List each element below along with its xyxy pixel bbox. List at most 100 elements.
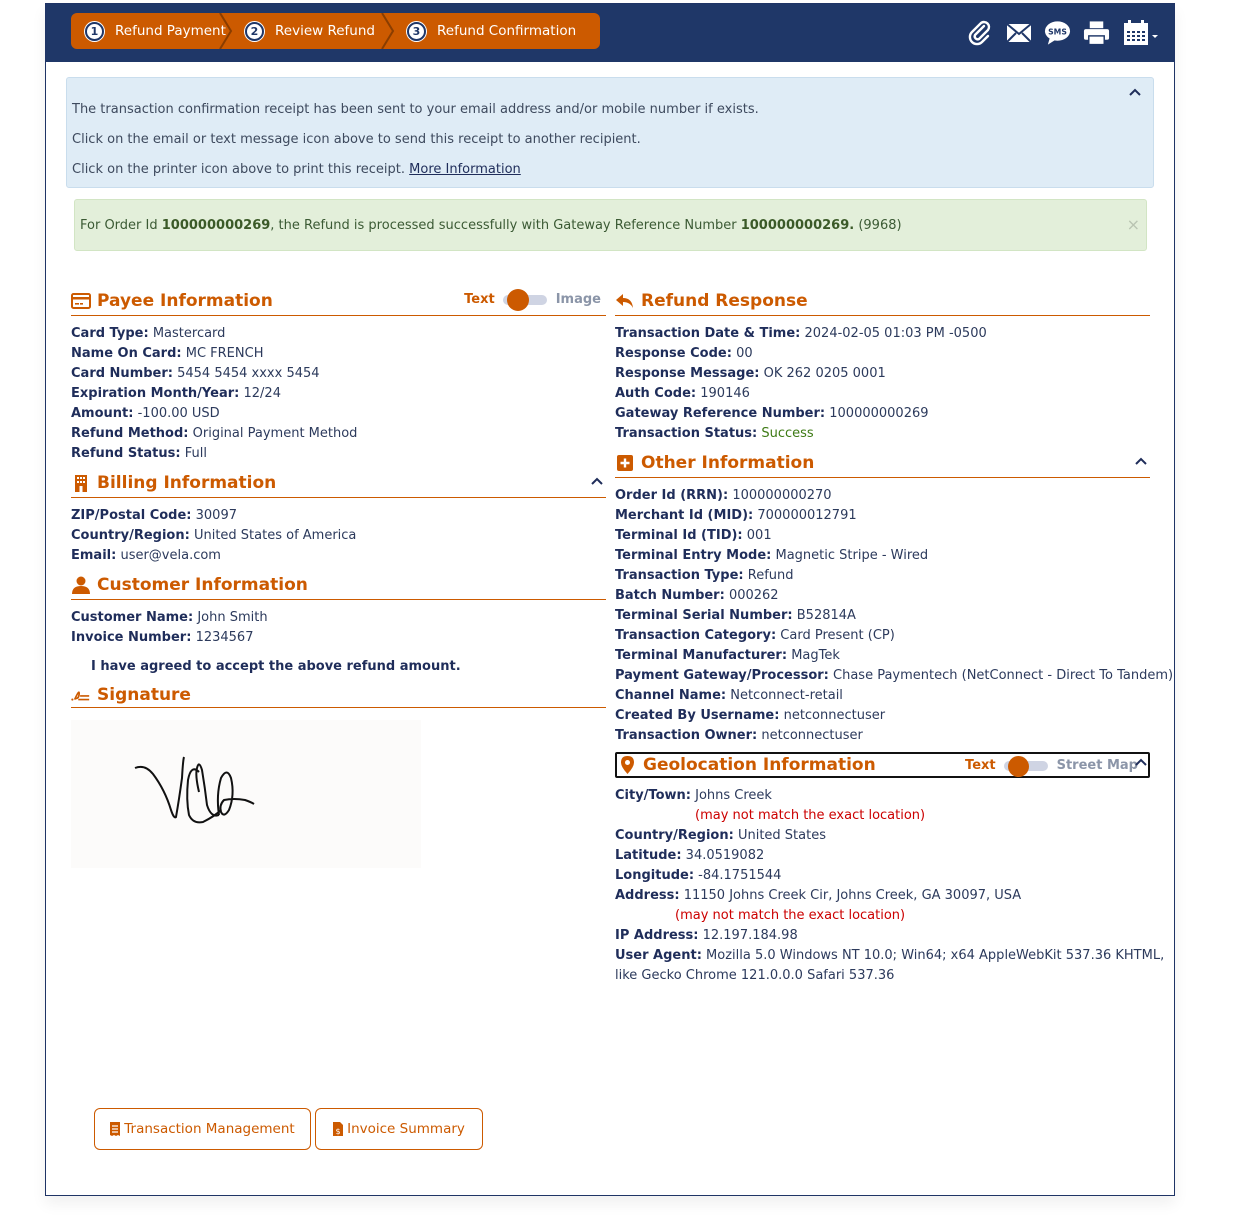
detail-value: B52814A xyxy=(796,608,856,623)
chevron-up-icon[interactable] xyxy=(1134,757,1148,767)
detail-label: Created By Username: xyxy=(615,708,780,723)
signature-icon xyxy=(71,685,91,705)
detail-value: 1234567 xyxy=(195,630,254,645)
detail-value: John Smith xyxy=(197,610,268,625)
transaction-management-button[interactable]: Transaction Management xyxy=(94,1108,311,1150)
geolocation-section-header: Geolocation Information Text Street Map xyxy=(615,752,1150,778)
detail-value: 100000000270 xyxy=(732,488,832,503)
detail-row: Gateway Reference Number: 100000000269 xyxy=(615,404,1150,424)
detail-label: Order Id (RRN): xyxy=(615,488,729,503)
detail-label: Terminal Serial Number: xyxy=(615,608,793,623)
detail-label: Refund Method: xyxy=(71,426,189,441)
customer-details: Customer Name: John Smith Invoice Number:… xyxy=(71,600,606,652)
step-label: Refund Confirmation xyxy=(437,23,577,39)
toggle-switch[interactable] xyxy=(1003,755,1048,777)
detail-row: Email: user@vela.com xyxy=(71,546,606,566)
detail-value: 190146 xyxy=(700,386,750,401)
detail-label: Transaction Date & Time: xyxy=(615,326,801,341)
toggle-switch[interactable] xyxy=(502,288,547,311)
toggle-text-label: Text xyxy=(464,292,495,307)
geo-view-toggle[interactable]: Text Street Map xyxy=(965,755,1138,777)
detail-row: IP Address: 12.197.184.98 xyxy=(615,928,798,943)
detail-row: Name On Card: MC FRENCH xyxy=(71,344,606,364)
detail-label: Payment Gateway/Processor: xyxy=(615,668,829,683)
invoice-summary-button[interactable]: $ Invoice Summary xyxy=(315,1108,483,1150)
sms-icon[interactable]: SMS xyxy=(1044,19,1071,46)
toggle-street-map-label: Street Map xyxy=(1056,758,1138,773)
detail-label: Invoice Number: xyxy=(71,630,192,645)
detail-label: Card Number: xyxy=(71,366,173,381)
section-title: Geolocation Information xyxy=(643,755,876,775)
detail-value: Chase Paymentech (NetConnect - Direct To… xyxy=(833,668,1174,683)
section-title: Refund Response xyxy=(641,290,808,311)
detail-value: user@vela.com xyxy=(120,548,221,563)
toggle-text-label: Text xyxy=(965,758,996,773)
detail-row: Order Id (RRN): 100000000270 xyxy=(615,486,1150,506)
detail-row: Card Number: 5454 5454 xxxx 5454 xyxy=(71,364,606,384)
detail-label: Amount: xyxy=(71,406,134,421)
location-disclaimer: (may not match the exact location) xyxy=(675,908,906,923)
detail-label: Batch Number: xyxy=(615,588,725,603)
svg-text:SMS: SMS xyxy=(1048,27,1067,36)
detail-value: Netconnect-retail xyxy=(730,688,843,703)
invoice-icon: $ xyxy=(333,1122,344,1136)
detail-row: Auth Code: 190146 xyxy=(615,384,1150,404)
right-column: Refund Response Transaction Date & Time:… xyxy=(615,286,1173,990)
detail-value: 700000012791 xyxy=(757,508,857,523)
close-icon[interactable]: × xyxy=(1127,215,1140,234)
step-label: Review Refund xyxy=(275,23,375,39)
envelope-icon[interactable] xyxy=(1005,19,1032,46)
chevron-up-icon[interactable] xyxy=(1134,456,1148,466)
chevron-up-icon[interactable] xyxy=(1128,87,1142,97)
detail-row-continued: like Gecko Chrome 121.0.0.0 Safari 537.3… xyxy=(615,968,895,983)
detail-label: Terminal Manufacturer: xyxy=(615,648,788,663)
detail-value: 001 xyxy=(746,528,772,543)
signature-image xyxy=(71,720,421,868)
detail-row: Batch Number: 000262 xyxy=(615,586,1150,606)
calendar-icon[interactable] xyxy=(1122,19,1160,46)
other-details: Order Id (RRN): 100000000270 Merchant Id … xyxy=(615,478,1173,750)
detail-row: Amount: -100.00 USD xyxy=(71,404,606,424)
section-title: Other Information xyxy=(641,452,815,473)
success-message: For Order Id 100000000269, the Refund is… xyxy=(80,218,902,233)
detail-label: Name On Card: xyxy=(71,346,182,361)
success-alert: For Order Id 100000000269, the Refund is… xyxy=(74,199,1147,251)
top-bar: 1 Refund Payment 2 Review Refund 3 Refun… xyxy=(46,4,1174,62)
paperclip-icon[interactable] xyxy=(966,19,993,46)
detail-row: Terminal Id (TID): 001 xyxy=(615,526,1150,546)
step-review-refund[interactable]: 2 Review Refund xyxy=(231,13,395,49)
other-section-header: Other Information xyxy=(615,448,1150,478)
detail-label: Transaction Status: xyxy=(615,426,758,441)
progress-steps: 1 Refund Payment 2 Review Refund 3 Refun… xyxy=(71,13,600,49)
step-refund-confirmation[interactable]: 3 Refund Confirmation xyxy=(393,13,576,49)
detail-row: Card Type: Mastercard xyxy=(71,324,606,344)
section-title: Billing Information xyxy=(97,472,277,493)
reply-arrow-icon xyxy=(615,291,635,311)
detail-row: Customer Name: John Smith xyxy=(71,608,606,628)
detail-row: Expiration Month/Year: 12/24 xyxy=(71,384,606,404)
step-number: 3 xyxy=(407,21,426,41)
printer-icon[interactable] xyxy=(1083,19,1110,46)
detail-label: Transaction Owner: xyxy=(615,728,758,743)
detail-value: -100.00 USD xyxy=(137,406,220,421)
detail-row: Payment Gateway/Processor: Chase Payment… xyxy=(615,666,1173,686)
detail-value: netconnectuser xyxy=(761,728,863,743)
detail-row: Transaction Date & Time: 2024-02-05 01:0… xyxy=(615,324,1150,344)
detail-label: ZIP/Postal Code: xyxy=(71,508,192,523)
more-information-link[interactable]: More Information xyxy=(409,162,521,177)
payee-view-toggle[interactable]: Text Image xyxy=(464,288,601,311)
signature-section-header: Signature xyxy=(71,682,606,708)
detail-value: Mastercard xyxy=(152,326,226,341)
detail-row: Latitude: 34.0519082 xyxy=(615,848,765,863)
detail-value: MC FRENCH xyxy=(185,346,264,361)
detail-row: Merchant Id (MID): 700000012791 xyxy=(615,506,1150,526)
building-icon xyxy=(71,473,91,493)
detail-row: Country/Region: United States xyxy=(615,828,826,843)
button-label: Transaction Management xyxy=(124,1121,295,1137)
step-refund-payment[interactable]: 1 Refund Payment xyxy=(71,13,233,49)
info-line-2: Click on the email or text message icon … xyxy=(72,132,641,147)
detail-row: Created By Username: netconnectuser xyxy=(615,706,1150,726)
chevron-up-icon[interactable] xyxy=(590,476,604,486)
detail-value: Success xyxy=(761,426,814,441)
refund-response-section-header: Refund Response xyxy=(615,286,1150,316)
